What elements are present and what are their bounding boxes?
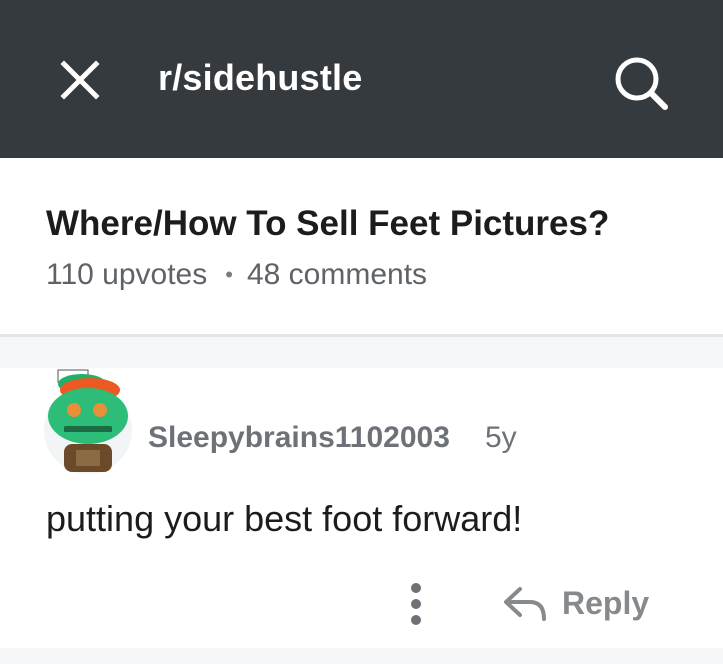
search-icon [615, 57, 668, 110]
comment-item: Sleepybrains1102003 5y putting your best… [0, 368, 723, 648]
subreddit-title[interactable]: r/sidehustle [158, 56, 362, 100]
post-summary: Where/How To Sell Feet Pictures? 110 upv… [0, 158, 723, 334]
search-button[interactable] [608, 50, 674, 116]
snoo-avatar-icon [44, 369, 132, 474]
comment-author[interactable]: Sleepybrains1102003 [148, 418, 450, 458]
meta-separator: • [225, 262, 233, 287]
close-icon [60, 60, 100, 100]
user-avatar[interactable] [42, 368, 134, 478]
upvote-count: 110 upvotes [46, 258, 208, 291]
top-app-bar: r/sidehustle [0, 0, 723, 158]
reply-label: Reply [562, 584, 650, 621]
reply-button[interactable]: Reply [502, 576, 649, 630]
comment-count[interactable]: 48 comments [247, 256, 427, 294]
section-divider [0, 334, 723, 337]
post-meta: 110 upvotes • 48 comments [46, 256, 427, 294]
reply-arrow-icon [504, 587, 546, 621]
post-title[interactable]: Where/How To Sell Feet Pictures? [46, 202, 609, 246]
comment-age: 5y [485, 421, 517, 454]
close-button[interactable] [52, 52, 108, 108]
more-options-icon [411, 583, 421, 625]
comment-body: putting your best foot forward! [46, 498, 523, 539]
more-options-button[interactable] [396, 578, 436, 630]
app-screen: r/sidehustle Where/How To Sell Feet Pict… [0, 0, 723, 664]
